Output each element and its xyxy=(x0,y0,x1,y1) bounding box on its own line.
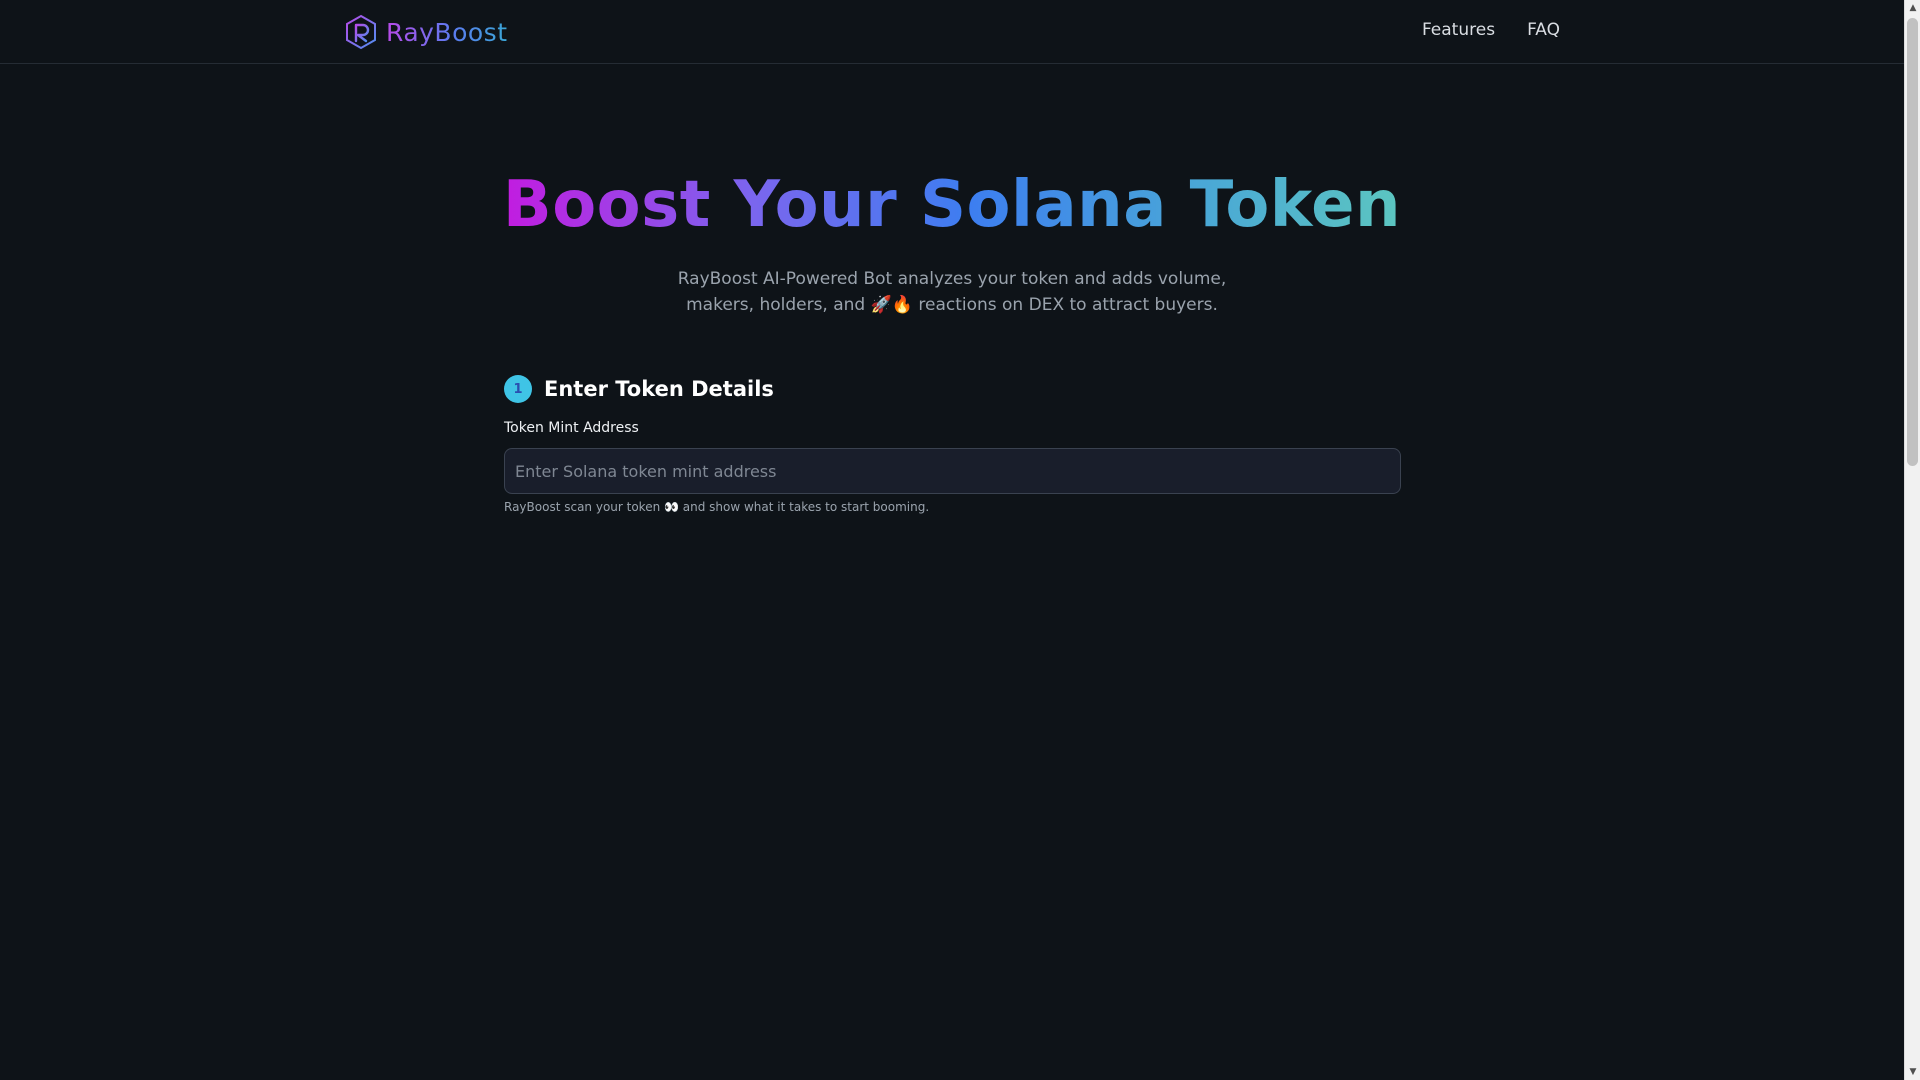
nav-link-faq[interactable]: FAQ xyxy=(1527,20,1560,40)
hero-subtitle: RayBoost AI-Powered Bot analyzes your to… xyxy=(0,266,1904,318)
scrollbar-thumb[interactable] xyxy=(1907,18,1918,466)
hexagon-r-logo-icon xyxy=(346,14,376,50)
hero-title: Boost Your Solana Token xyxy=(0,166,1904,244)
token-input-hint: RayBoost scan your token 👀 and show what… xyxy=(504,500,930,514)
step-title: Enter Token Details xyxy=(544,377,774,401)
token-mint-label: Token Mint Address xyxy=(504,420,639,436)
hero-subtitle-line-2: makers, holders, and 🚀🔥 reactions on DEX… xyxy=(686,295,1218,315)
token-mint-address-input[interactable] xyxy=(504,448,1401,494)
top-navbar: RayBoost Features FAQ xyxy=(0,0,1904,64)
brand-home-link[interactable]: RayBoost xyxy=(342,13,508,51)
step-header: 1 Enter Token Details xyxy=(504,374,1401,404)
main-nav: Features FAQ xyxy=(1422,20,1560,40)
step-enter-token-details: 1 Enter Token Details Token Mint Address… xyxy=(504,374,1401,514)
step-number-badge: 1 xyxy=(504,375,532,403)
scroll-down-arrow-icon[interactable]: ▼ xyxy=(1905,1064,1920,1080)
hero-title-text: Boost Your Solana Token xyxy=(502,168,1402,242)
nav-link-features[interactable]: Features xyxy=(1422,20,1495,40)
vertical-scrollbar[interactable]: ▲ ▼ xyxy=(1904,0,1920,1080)
scroll-up-arrow-icon[interactable]: ▲ xyxy=(1905,0,1920,16)
brand-name: RayBoost xyxy=(386,17,508,47)
hero-subtitle-line-1: RayBoost AI-Powered Bot analyzes your to… xyxy=(677,269,1227,289)
